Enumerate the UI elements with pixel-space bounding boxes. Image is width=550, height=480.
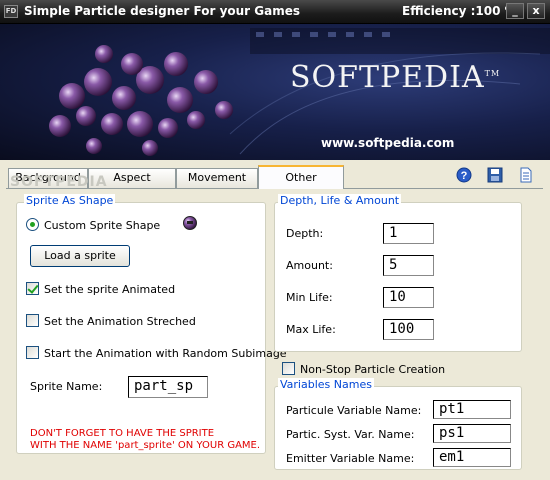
sprite-shape-legend: Sprite As Shape xyxy=(24,194,116,207)
minimize-button[interactable]: _ xyxy=(506,3,524,19)
random-subimage-label: Start the Animation with Random Subimage xyxy=(44,347,287,360)
load-sprite-button[interactable]: Load a sprite xyxy=(30,245,130,267)
custom-sprite-shape-radio[interactable] xyxy=(26,218,39,231)
depth-label: Depth: xyxy=(286,227,324,240)
tab-aspect[interactable]: Aspect xyxy=(88,168,176,188)
min-life-field[interactable]: 10 xyxy=(383,287,434,308)
svg-text:?: ? xyxy=(461,170,468,182)
document-icon[interactable] xyxy=(517,166,535,184)
save-icon[interactable] xyxy=(486,166,504,184)
help-icon[interactable]: ? xyxy=(455,166,473,184)
max-life-label: Max Life: xyxy=(286,323,336,336)
sprite-animated-checkbox[interactable] xyxy=(26,282,39,295)
system-variable-label: Partic. Syst. Var. Name: xyxy=(286,428,415,441)
sprite-animated-label: Set the sprite Animated xyxy=(44,283,176,296)
emitter-variable-field[interactable]: em1 xyxy=(433,448,511,467)
title-bar: FD Simple Particle designer For your Gam… xyxy=(0,0,550,24)
window-title: Simple Particle designer For your Games xyxy=(24,4,300,18)
non-stop-creation-checkbox[interactable] xyxy=(282,362,295,375)
depth-field[interactable]: 1 xyxy=(383,223,434,244)
close-button[interactable]: x xyxy=(527,3,545,19)
emitter-variable-label: Emitter Variable Name: xyxy=(286,452,415,465)
particle-variable-field[interactable]: pt1 xyxy=(433,400,511,419)
sprite-name-label: Sprite Name: xyxy=(30,380,103,393)
max-life-field[interactable]: 100 xyxy=(383,319,434,340)
random-subimage-checkbox[interactable] xyxy=(26,346,39,359)
sprite-shape-group xyxy=(16,202,266,454)
efficiency-readout: Efficiency :100 % xyxy=(402,4,517,18)
custom-sprite-shape-label: Custom Sprite Shape xyxy=(44,219,161,232)
app-icon: FD xyxy=(4,5,18,18)
animation-stretched-checkbox[interactable] xyxy=(26,314,39,327)
main-panel: Background Aspect Movement Other SOFTPED… xyxy=(0,160,550,480)
banner-image: SOFTPEDIATM www.softpedia.com xyxy=(0,24,550,160)
amount-label: Amount: xyxy=(286,259,333,272)
warning-line-1: DON'T FORGET TO HAVE THE SPRITE xyxy=(30,428,215,439)
variables-names-legend: Variables Names xyxy=(278,378,374,391)
min-life-label: Min Life: xyxy=(286,291,333,304)
sprite-preview-icon xyxy=(183,216,197,230)
banner-brand: SOFTPEDIATM xyxy=(290,60,501,95)
particle-cluster-graphic xyxy=(49,45,233,156)
non-stop-creation-label: Non-Stop Particle Creation xyxy=(300,363,446,376)
tab-other[interactable]: Other xyxy=(258,165,344,189)
tab-movement[interactable]: Movement xyxy=(176,168,258,188)
warning-line-2: WITH THE NAME 'part_sprite' ON YOUR GAME… xyxy=(30,440,261,451)
depth-life-amount-legend: Depth, Life & Amount xyxy=(278,194,402,207)
tab-background[interactable]: Background xyxy=(8,168,88,188)
film-strip-graphic xyxy=(250,28,550,54)
banner-url: www.softpedia.com xyxy=(321,136,455,150)
amount-field[interactable]: 5 xyxy=(383,255,434,276)
particle-variable-label: Particule Variable Name: xyxy=(286,404,422,417)
animation-stretched-label: Set the Animation Streched xyxy=(44,315,196,328)
sprite-name-field[interactable]: part_sp xyxy=(128,376,208,398)
system-variable-field[interactable]: ps1 xyxy=(433,424,511,443)
